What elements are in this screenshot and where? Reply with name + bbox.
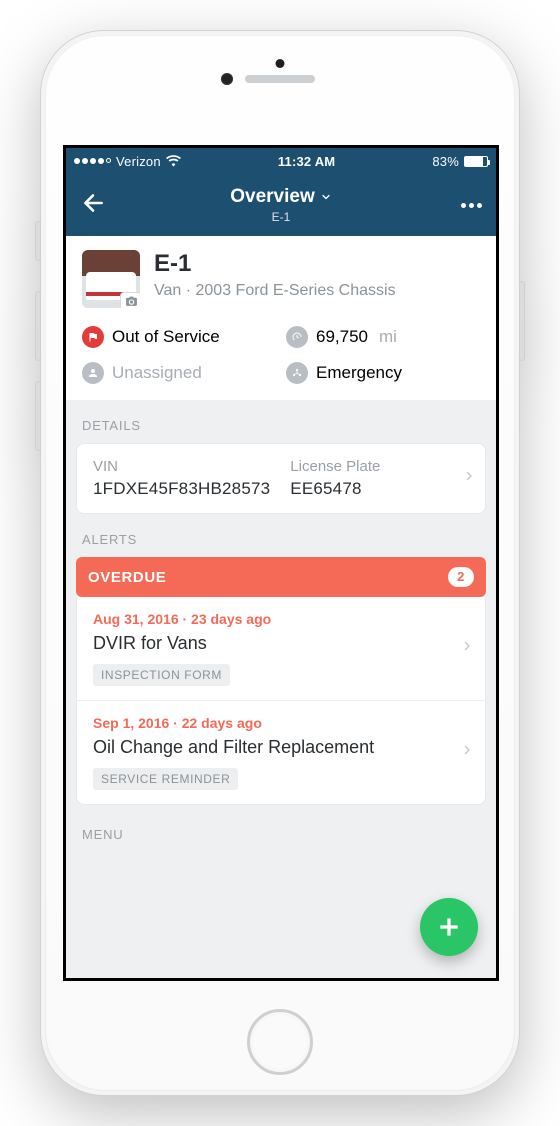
screen: Verizon 11:32 AM 83% Overview E-1: [63, 145, 499, 981]
overdue-header[interactable]: OVERDUE 2: [76, 557, 486, 597]
overdue-count-badge: 2: [448, 567, 474, 587]
home-button[interactable]: [247, 1009, 313, 1075]
front-camera: [221, 73, 233, 85]
odometer-value: 69,750: [316, 327, 368, 347]
odometer-unit: mi: [379, 327, 397, 347]
battery-icon: [464, 156, 488, 167]
details-section-label: DETAILS: [66, 400, 496, 443]
overdue-label: OVERDUE: [88, 569, 166, 586]
menu-section-label: MENU: [66, 805, 496, 842]
vin-label: VIN: [93, 458, 270, 475]
power-button: [519, 281, 525, 361]
vehicle-name: E-1: [154, 250, 396, 278]
vehicle-photo[interactable]: [82, 250, 140, 308]
alerts-list: Aug 31, 2016 · 23 days ago DVIR for Vans…: [76, 597, 486, 805]
mute-switch: [35, 221, 41, 261]
chevron-right-icon: [461, 741, 473, 764]
alert-date: Aug 31, 2016 · 23 days ago: [93, 611, 451, 627]
signal-strength-icon: [74, 158, 111, 164]
vin-value: 1FDXE45F83HB28573: [93, 479, 270, 499]
alert-title: Oil Change and Filter Replacement: [93, 737, 451, 758]
nav-bar: Overview E-1: [66, 174, 496, 236]
chevron-right-icon: [461, 637, 473, 660]
status-bar: Verizon 11:32 AM 83%: [66, 148, 496, 174]
status-time: 11:32 AM: [181, 154, 433, 169]
add-fab[interactable]: [420, 898, 478, 956]
alert-item[interactable]: Aug 31, 2016 · 23 days ago DVIR for Vans…: [77, 597, 485, 700]
assignee-cell[interactable]: Unassigned: [82, 362, 276, 384]
vehicle-header: E-1 Van · 2003 Ford E-Series Chassis Out…: [66, 236, 496, 400]
volume-up: [35, 291, 41, 361]
alert-tag: INSPECTION FORM: [93, 664, 230, 686]
chevron-down-icon: [320, 191, 332, 203]
volume-down: [35, 381, 41, 451]
proximity-sensor: [276, 59, 285, 68]
alerts-section-label: ALERTS: [66, 514, 496, 557]
wifi-icon: [166, 155, 181, 167]
flag-icon: [82, 326, 104, 348]
chevron-right-icon: [463, 467, 475, 490]
alert-item[interactable]: Sep 1, 2016 · 22 days ago Oil Change and…: [77, 700, 485, 804]
plate-value: EE65478: [290, 479, 380, 499]
assignee-text: Unassigned: [112, 363, 202, 383]
battery-percent: 83%: [432, 154, 459, 169]
alert-tag: SERVICE REMINDER: [93, 768, 238, 790]
earpiece: [245, 75, 315, 83]
plate-label: License Plate: [290, 458, 380, 475]
carrier-label: Verizon: [116, 154, 161, 169]
vehicle-subtitle: Van · 2003 Ford E-Series Chassis: [154, 282, 396, 300]
nav-subtitle: E-1: [66, 210, 496, 224]
person-icon: [82, 362, 104, 384]
group-cell[interactable]: Emergency: [286, 362, 480, 384]
alert-title: DVIR for Vans: [93, 633, 451, 654]
group-text: Emergency: [316, 363, 402, 383]
details-card[interactable]: VIN 1FDXE45F83HB28573 License Plate EE65…: [76, 443, 486, 514]
odometer-cell[interactable]: 69,750 mi: [286, 326, 480, 348]
gauge-icon: [286, 326, 308, 348]
status-cell[interactable]: Out of Service: [82, 326, 276, 348]
nav-title-text: Overview: [230, 186, 315, 208]
camera-icon: [125, 295, 138, 308]
status-text: Out of Service: [112, 327, 220, 347]
nav-title[interactable]: Overview: [230, 186, 332, 208]
camera-badge[interactable]: [120, 292, 140, 308]
group-icon: [286, 362, 308, 384]
alert-date: Sep 1, 2016 · 22 days ago: [93, 715, 451, 731]
plus-icon: [436, 914, 462, 940]
iphone-frame: Verizon 11:32 AM 83% Overview E-1: [40, 30, 520, 1096]
